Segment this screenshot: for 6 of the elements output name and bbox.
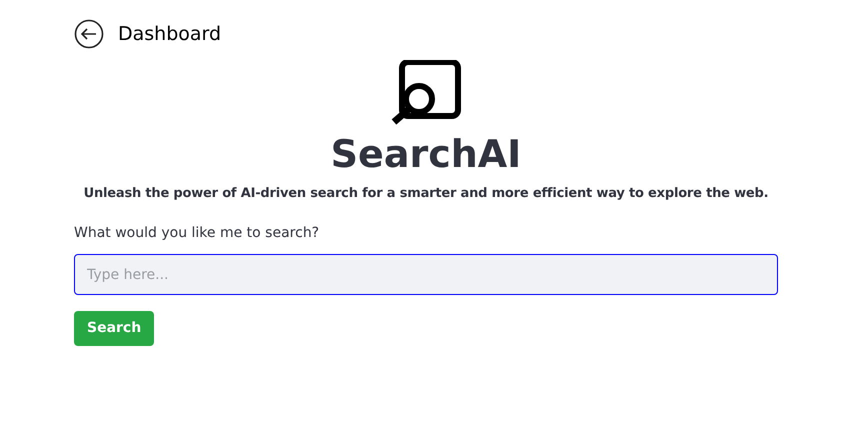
search-screen-icon [390,60,462,126]
app-title: SearchAI [330,134,522,176]
back-link[interactable]: Dashboard [74,19,222,49]
search-label: What would you like me to search? [74,224,320,244]
search-field[interactable]: Type here... [74,254,778,296]
tagline: Unleash the power of AI-driven search for a smarter and more efficient way to explore the web. [84,184,768,203]
